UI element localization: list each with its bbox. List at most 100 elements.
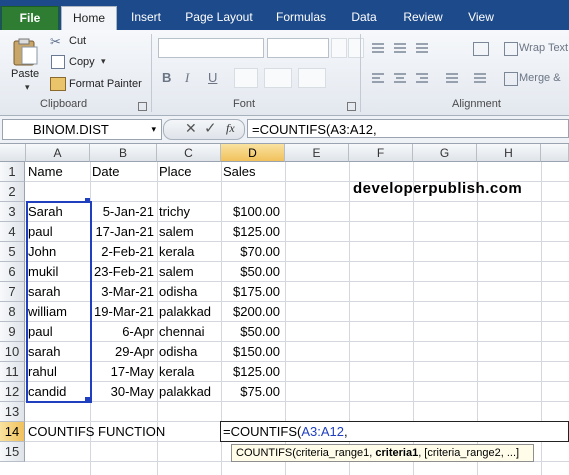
- tab-page-layout[interactable]: Page Layout: [180, 6, 258, 30]
- underline-button[interactable]: U: [208, 70, 217, 85]
- cell-place[interactable]: salem: [159, 262, 194, 282]
- cell-sales[interactable]: $125.00: [221, 362, 280, 382]
- font-color-button[interactable]: [298, 68, 326, 88]
- cell-place[interactable]: palakkad: [159, 382, 211, 402]
- column-header-b[interactable]: B: [90, 144, 157, 162]
- row-header[interactable]: 8: [0, 302, 25, 322]
- row-header[interactable]: 12: [0, 382, 25, 402]
- cell-sales[interactable]: $70.00: [221, 242, 280, 262]
- cell-d1[interactable]: Sales: [223, 162, 256, 182]
- cell-place[interactable]: chennai: [159, 322, 205, 342]
- column-header-d[interactable]: D: [221, 144, 285, 162]
- insert-function-button[interactable]: fx: [226, 121, 235, 136]
- wrap-text-button[interactable]: Wrap Text: [519, 42, 568, 54]
- function-tooltip[interactable]: COUNTIFS(criteria_range1, criteria1, [cr…: [231, 444, 534, 462]
- cell-date[interactable]: 19-Mar-21: [90, 302, 154, 322]
- merge-center-button[interactable]: Merge &: [519, 72, 561, 84]
- worksheet-grid[interactable]: A B C D E F G H 1 2 3 4 5 6 7 8 9 10 11 …: [0, 144, 569, 475]
- column-header-a[interactable]: A: [26, 144, 90, 162]
- italic-button[interactable]: I: [185, 70, 189, 86]
- tab-data[interactable]: Data: [344, 6, 384, 30]
- row-header[interactable]: 13: [0, 402, 25, 422]
- select-all-corner[interactable]: [0, 144, 26, 162]
- row-header[interactable]: 15: [0, 442, 25, 462]
- cancel-icon[interactable]: ✕: [185, 120, 197, 137]
- tab-file[interactable]: File: [1, 6, 59, 32]
- cell-date[interactable]: 30-May: [90, 382, 154, 402]
- enter-icon[interactable]: ✓: [204, 119, 217, 137]
- column-header-c[interactable]: C: [157, 144, 221, 162]
- cell-place[interactable]: salem: [159, 222, 194, 242]
- cell-date[interactable]: 17-Jan-21: [90, 222, 154, 242]
- cell-sales[interactable]: $125.00: [221, 222, 280, 242]
- font-size-field[interactable]: [267, 38, 329, 58]
- cell-date[interactable]: 17-May: [90, 362, 154, 382]
- row-header[interactable]: 10: [0, 342, 25, 362]
- cell-date[interactable]: 29-Apr: [90, 342, 154, 362]
- cell-date[interactable]: 5-Jan-21: [90, 202, 154, 222]
- copy-dropdown-icon[interactable]: ▾: [101, 56, 106, 67]
- tab-insert[interactable]: Insert: [124, 6, 168, 30]
- row-header[interactable]: 11: [0, 362, 25, 382]
- cell-place[interactable]: trichy: [159, 202, 190, 222]
- cell-place[interactable]: odisha: [159, 282, 197, 302]
- tab-home[interactable]: Home: [61, 6, 117, 31]
- orientation-icon[interactable]: [473, 42, 489, 56]
- column-header-g[interactable]: G: [413, 144, 477, 162]
- column-header-h[interactable]: H: [477, 144, 541, 162]
- cell-sales[interactable]: $100.00: [221, 202, 280, 222]
- cell-date[interactable]: 3-Mar-21: [90, 282, 154, 302]
- row-header[interactable]: 7: [0, 282, 25, 302]
- row-header[interactable]: 6: [0, 262, 25, 282]
- format-painter-button[interactable]: Format Painter: [69, 78, 142, 90]
- cell-place[interactable]: palakkad: [159, 302, 211, 322]
- cell-sales[interactable]: $175.00: [221, 282, 280, 302]
- cell-a14[interactable]: COUNTIFS FUNCTION: [28, 422, 165, 442]
- row-header[interactable]: 9: [0, 322, 25, 342]
- cell-c1[interactable]: Place: [159, 162, 192, 182]
- paste-dropdown-icon[interactable]: ▾: [25, 82, 30, 93]
- cell-sales[interactable]: $150.00: [221, 342, 280, 362]
- row-header[interactable]: 1: [0, 162, 25, 182]
- cut-button[interactable]: Cut: [69, 35, 86, 47]
- row-header[interactable]: 2: [0, 182, 25, 202]
- cell-place[interactable]: kerala: [159, 362, 194, 382]
- row-header-active[interactable]: 14: [0, 422, 25, 442]
- column-header-f[interactable]: F: [349, 144, 413, 162]
- cell-sales[interactable]: $75.00: [221, 382, 280, 402]
- font-name-field[interactable]: [158, 38, 264, 58]
- clipboard-launcher-icon[interactable]: [138, 102, 147, 111]
- paste-button[interactable]: [10, 38, 40, 66]
- cell-b1[interactable]: Date: [92, 162, 119, 182]
- copy-button[interactable]: Copy: [69, 56, 95, 68]
- row-header[interactable]: 3: [0, 202, 25, 222]
- name-box[interactable]: BINOM.DIST ▾: [2, 119, 162, 140]
- cell-a1[interactable]: Name: [28, 162, 63, 182]
- range-handle[interactable]: [85, 198, 90, 203]
- cell-place[interactable]: kerala: [159, 242, 194, 262]
- cell-date[interactable]: 6-Apr: [90, 322, 154, 342]
- font-launcher-icon[interactable]: [347, 102, 356, 111]
- fill-color-button[interactable]: [264, 68, 292, 88]
- range-handle[interactable]: [85, 397, 90, 402]
- row-header[interactable]: 4: [0, 222, 25, 242]
- tab-formulas[interactable]: Formulas: [270, 6, 332, 30]
- borders-button[interactable]: [234, 68, 258, 88]
- shrink-font-button[interactable]: [348, 38, 364, 58]
- cell-date[interactable]: 23-Feb-21: [90, 262, 154, 282]
- column-header-next[interactable]: [541, 144, 569, 162]
- cell-date[interactable]: 2-Feb-21: [90, 242, 154, 262]
- row-header[interactable]: 5: [0, 242, 25, 262]
- grow-font-button[interactable]: [331, 38, 347, 58]
- cell-place[interactable]: odisha: [159, 342, 197, 362]
- tab-review[interactable]: Review: [396, 6, 450, 30]
- cell-sales[interactable]: $50.00: [221, 322, 280, 342]
- formula-input[interactable]: =COUNTIFS(A3:A12,: [247, 119, 569, 138]
- cell-sales[interactable]: $200.00: [221, 302, 280, 322]
- cell-sales[interactable]: $50.00: [221, 262, 280, 282]
- tab-view[interactable]: View: [460, 6, 502, 30]
- column-header-e[interactable]: E: [285, 144, 349, 162]
- name-box-dropdown-icon[interactable]: ▾: [151, 120, 156, 139]
- bold-button[interactable]: B: [162, 70, 171, 85]
- active-cell-formula[interactable]: =COUNTIFS(A3:A12,: [223, 422, 348, 442]
